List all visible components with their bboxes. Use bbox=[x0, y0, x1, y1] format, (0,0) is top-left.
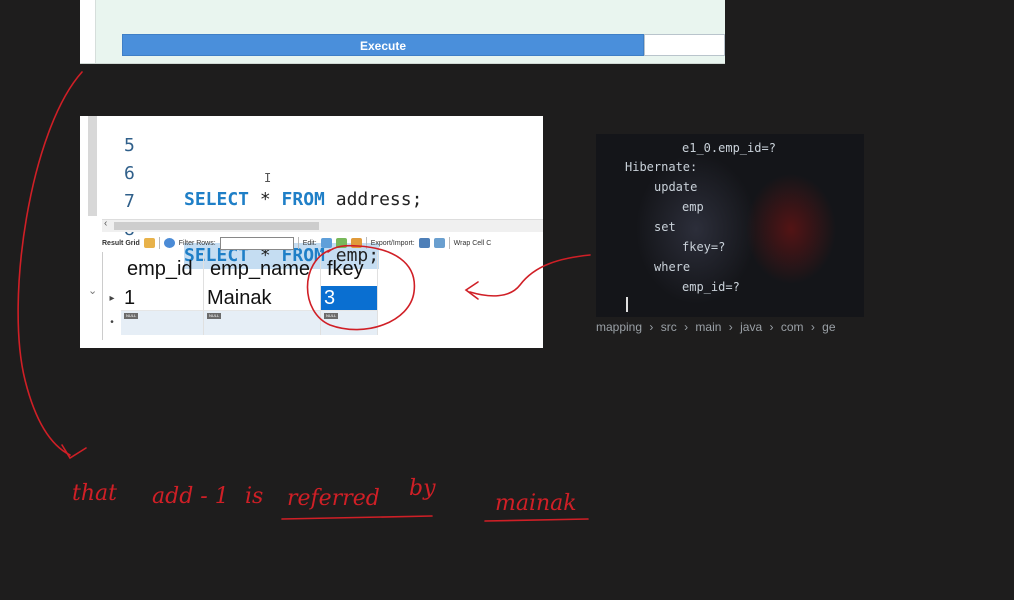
handwritten-annotation: that add - 1 is referred by mainak bbox=[17, 71, 591, 522]
annotation-word: is bbox=[245, 484, 263, 509]
annotation-word: referred bbox=[287, 486, 380, 511]
annotation-word: mainak bbox=[495, 491, 577, 516]
underline bbox=[484, 518, 589, 522]
annotation-word: that bbox=[72, 481, 117, 506]
underline bbox=[281, 515, 433, 520]
annotation-word: by bbox=[409, 476, 436, 501]
arrow-head-icon bbox=[61, 444, 87, 460]
connector-arrow-icon bbox=[464, 281, 479, 300]
annotation-word: add - 1 bbox=[152, 484, 229, 509]
annotation-arc bbox=[17, 71, 83, 456]
connector-line bbox=[469, 254, 591, 297]
fkey-highlight-circle bbox=[306, 244, 416, 331]
